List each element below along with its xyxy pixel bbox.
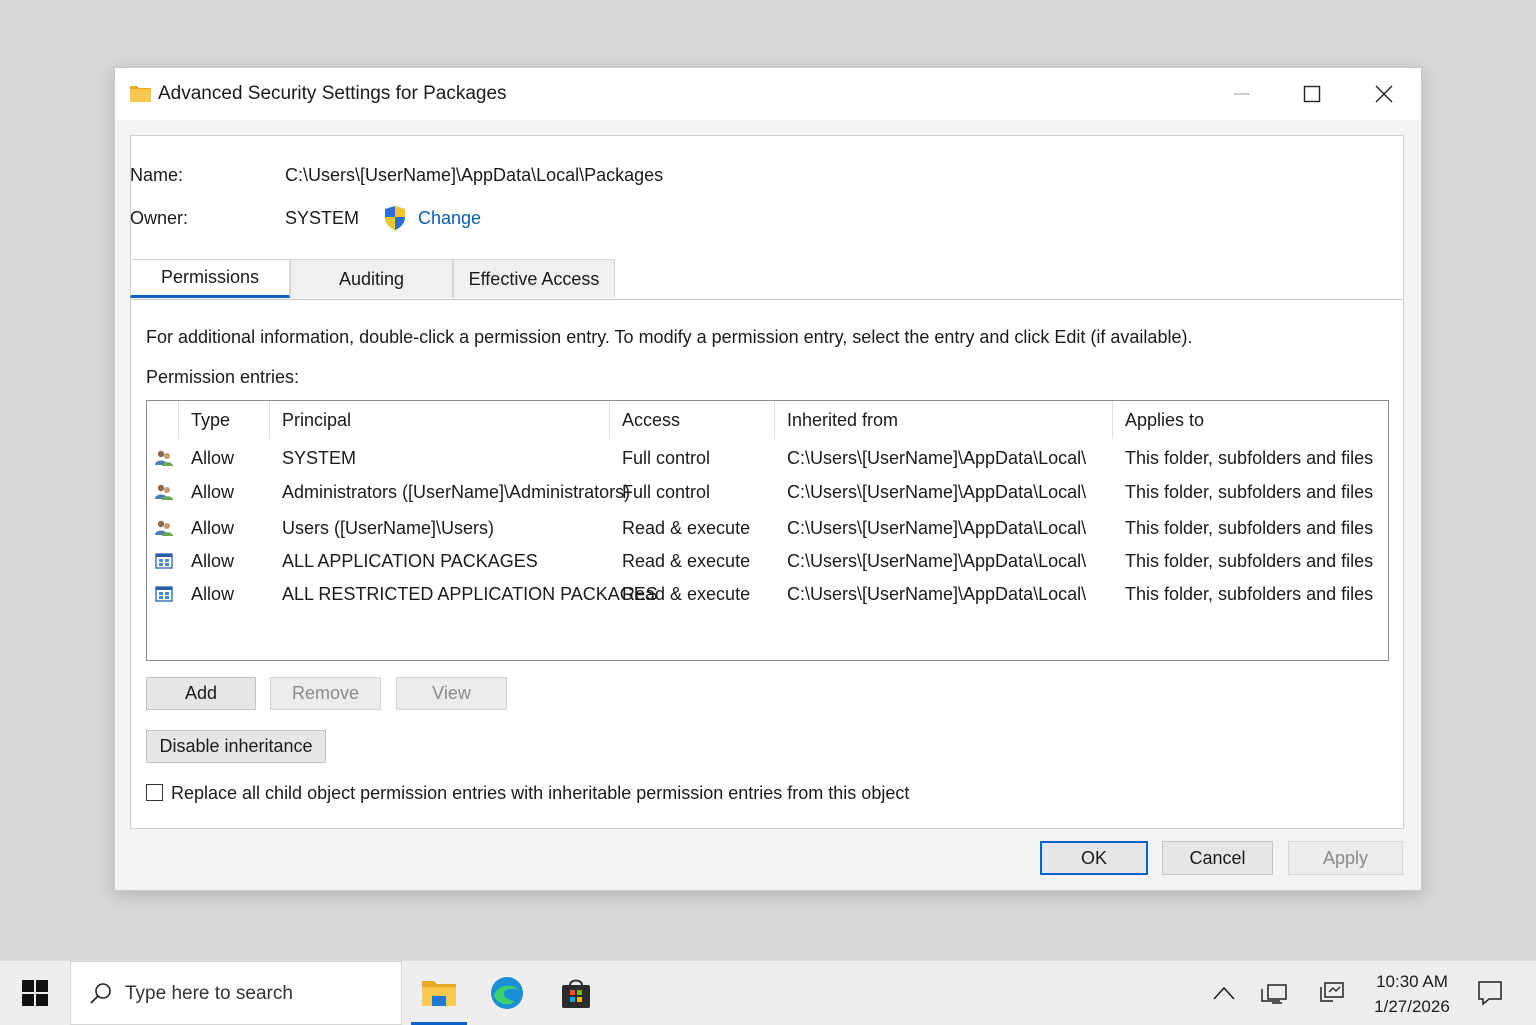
cell-inherited-from: C:\Users\[UserName]\AppData\Local\ <box>787 550 1087 571</box>
notification-speech-bubble-icon <box>1478 981 1502 1006</box>
minimize-button[interactable] <box>1207 68 1277 120</box>
cell-applies-to: This folder, subfolders and files <box>1125 447 1374 468</box>
column-header-applies-to[interactable]: Applies to <box>1113 401 1388 439</box>
column-header-inherited-from[interactable]: Inherited from <box>775 401 1113 439</box>
column-header-access[interactable]: Access <box>610 401 775 439</box>
show-hidden-icons-button[interactable] <box>1206 961 1242 1025</box>
users-icon <box>155 450 173 466</box>
maximize-button[interactable] <box>1277 68 1347 120</box>
window-title: Advanced Security Settings for Packages <box>158 83 507 104</box>
cell-inherited-from: C:\Users\[UserName]\AppData\Local\ <box>787 583 1087 604</box>
column-header-type[interactable]: Type <box>179 401 270 439</box>
permission-entries-list[interactable]: Type Principal Access Inherited from App… <box>146 400 1389 661</box>
title-bar[interactable]: Advanced Security Settings for Packages <box>115 68 1421 120</box>
cell-access: Read & execute <box>622 550 751 571</box>
search-icon <box>90 983 111 1004</box>
app-package-icon <box>155 553 173 569</box>
clock-date: 1/27/2026 <box>1374 997 1450 1016</box>
view-button[interactable]: View <box>396 677 507 710</box>
taskbar: Type here to search 10:30 AM 1/27/2026 <box>0 960 1536 1025</box>
cell-type: Allow <box>191 481 235 502</box>
ok-button[interactable]: OK <box>1040 841 1148 875</box>
file-explorer-taskbar-button[interactable] <box>409 961 469 1025</box>
change-owner-link[interactable]: Change <box>418 208 481 229</box>
store-taskbar-button[interactable] <box>546 961 606 1025</box>
cell-access: Full control <box>622 447 711 468</box>
cancel-button[interactable]: Cancel <box>1162 841 1273 875</box>
permission-entries-label: Permission entries: <box>146 367 300 387</box>
cell-type: Allow <box>191 550 235 571</box>
folder-icon <box>130 86 151 102</box>
cell-type: Allow <box>191 447 235 468</box>
tab-permissions[interactable]: Permissions <box>130 259 290 298</box>
network-tray-button[interactable] <box>1254 961 1294 1025</box>
edge-taskbar-button[interactable] <box>477 961 537 1025</box>
owner-value: SYSTEM <box>285 208 360 228</box>
name-label: Name: <box>130 165 184 185</box>
clock-time: 10:30 AM <box>1376 972 1448 991</box>
column-header-principal[interactable]: Principal <box>270 401 610 439</box>
cell-principal: SYSTEM <box>282 447 357 468</box>
taskbar-clock[interactable]: 10:30 AM 1/27/2026 <box>1362 969 1462 1019</box>
cell-inherited-from: C:\Users\[UserName]\AppData\Local\ <box>787 447 1087 468</box>
tab-auditing[interactable]: Auditing <box>290 259 453 298</box>
cell-applies-to: This folder, subfolders and files <box>1125 481 1374 502</box>
cell-principal: Users ([UserName]\Users) <box>282 517 495 538</box>
table-row[interactable]: Allow Administrators ([UserName]\Adminis… <box>147 475 1388 509</box>
cell-applies-to: This folder, subfolders and files <box>1125 583 1374 604</box>
cell-access: Full control <box>622 481 711 502</box>
action-center-button[interactable] <box>1470 961 1510 1025</box>
cell-type: Allow <box>191 583 235 604</box>
info-text: For additional information, double-click… <box>146 327 1193 347</box>
taskbar-search-box[interactable]: Type here to search <box>70 961 402 1025</box>
edge-browser-icon <box>491 977 523 1009</box>
action-center-message-icon <box>1320 982 1344 1002</box>
security-settings-window: Advanced Security Settings for Packages … <box>114 67 1422 891</box>
add-button[interactable]: Add <box>146 677 256 710</box>
apply-button[interactable]: Apply <box>1288 841 1403 875</box>
notifications-tray-button[interactable] <box>1312 961 1352 1025</box>
cell-access: Read & execute <box>622 517 751 538</box>
cell-principal: ALL RESTRICTED APPLICATION PACKAGES <box>282 583 658 604</box>
minimize-icon <box>1234 93 1250 95</box>
table-row[interactable]: Allow ALL APPLICATION PACKAGES Read & ex… <box>147 544 1388 578</box>
uac-shield-icon <box>385 206 405 230</box>
disable-inheritance-button[interactable]: Disable inheritance <box>146 730 326 763</box>
table-row[interactable]: Allow ALL RESTRICTED APPLICATION PACKAGE… <box>147 577 1388 611</box>
table-row[interactable]: Allow SYSTEM Full control C:\Users\[User… <box>147 441 1388 475</box>
owner-label: Owner: <box>130 208 189 228</box>
tab-strip: Permissions Auditing Effective Access <box>130 259 1402 300</box>
close-button[interactable] <box>1349 68 1419 120</box>
replace-child-permissions-label[interactable]: Replace all child object permission entr… <box>171 783 909 804</box>
chevron-up-icon <box>1213 986 1235 1000</box>
table-row[interactable]: Allow Users ([UserName]\Users) Read & ex… <box>147 511 1388 545</box>
tab-effective-access[interactable]: Effective Access <box>453 259 615 298</box>
cell-applies-to: This folder, subfolders and files <box>1125 550 1374 571</box>
app-package-icon <box>155 586 173 602</box>
network-icon <box>1261 984 1287 1004</box>
object-path: C:\Users\[UserName]\AppData\Local\Packag… <box>285 165 664 185</box>
cell-inherited-from: C:\Users\[UserName]\AppData\Local\ <box>787 481 1087 502</box>
remove-button[interactable]: Remove <box>270 677 381 710</box>
icon-column-header[interactable] <box>147 401 179 439</box>
store-bag-icon <box>562 979 590 1008</box>
cell-principal: ALL APPLICATION PACKAGES <box>282 550 538 571</box>
cell-applies-to: This folder, subfolders and files <box>1125 517 1374 538</box>
cell-type: Allow <box>191 517 235 538</box>
users-icon <box>155 484 173 500</box>
start-button[interactable] <box>0 961 70 1025</box>
close-icon <box>1375 85 1393 103</box>
search-placeholder: Type here to search <box>125 983 293 1004</box>
cell-inherited-from: C:\Users\[UserName]\AppData\Local\ <box>787 517 1087 538</box>
cell-access: Read & execute <box>622 583 751 604</box>
windows-logo-icon <box>22 980 48 1006</box>
cell-principal: Administrators ([UserName]\Administrator… <box>282 481 631 502</box>
replace-child-permissions-checkbox[interactable] <box>146 784 163 801</box>
file-explorer-icon <box>422 981 456 1006</box>
users-icon <box>155 520 173 536</box>
maximize-icon <box>1303 85 1321 103</box>
